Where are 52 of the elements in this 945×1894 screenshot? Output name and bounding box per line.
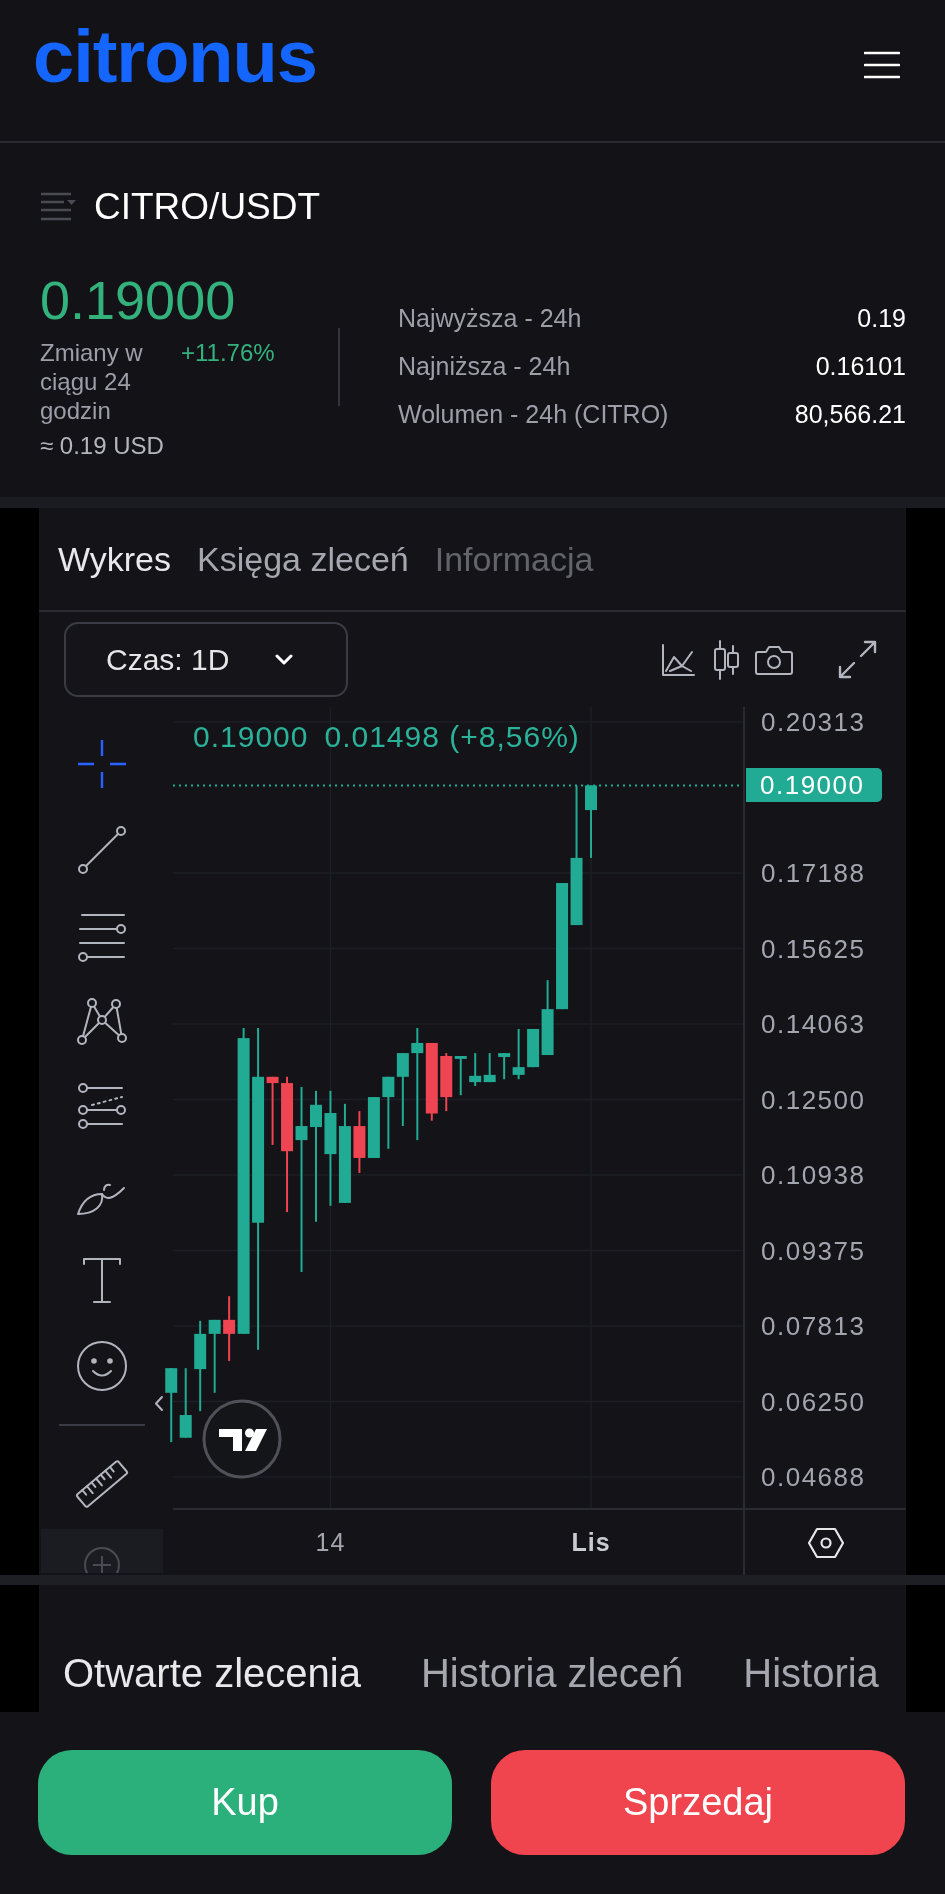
falling-candle (223, 1296, 236, 1361)
stat-value: 0.16101 (815, 352, 906, 381)
candlestick-icon[interactable] (713, 639, 740, 680)
falling-candle (353, 1111, 366, 1173)
stat-label: Najniższa - 24h (398, 352, 571, 381)
orders-tab[interactable]: Otwarte zlecenia (63, 1649, 361, 1697)
falling-candle (440, 1053, 453, 1112)
menu-icon[interactable] (864, 51, 900, 79)
last-price: 0.19000 (40, 273, 237, 327)
time-axis-label: 14 (315, 1527, 346, 1557)
price-axis-label: 0.07813 (761, 1311, 866, 1341)
interval-select[interactable]: Czas: 1D (64, 622, 348, 697)
last-price-marker: 0.19000 (746, 768, 882, 803)
rising-candle (179, 1368, 192, 1438)
logo-text: citronus (33, 20, 317, 94)
chart-tab[interactable]: Wykres (58, 537, 172, 581)
price-axis-label: 0.14063 (761, 1009, 866, 1039)
pair-title: CITRO/USDT (94, 185, 321, 229)
legend-price: 0.19000 (193, 719, 309, 755)
price-axis-label: 0.20313 (761, 707, 866, 737)
rising-candle (367, 1097, 380, 1158)
falling-candle (266, 1076, 279, 1145)
price-axis-label: 0.06250 (761, 1386, 866, 1417)
price-axis-label: 0.04688 (761, 1462, 866, 1492)
stat-value: 80,566.21 (794, 400, 906, 429)
change-percent: +11.76% (181, 338, 275, 367)
sell-button[interactable]: Sprzedaj (491, 1750, 905, 1855)
stat-label: Najwyższa - 24h (398, 304, 582, 333)
rising-candle (454, 1056, 467, 1096)
camera-icon[interactable] (755, 644, 793, 675)
stat-label: Wolumen - 24h (CITRO) (398, 400, 669, 429)
settings-icon[interactable] (807, 1526, 844, 1559)
usd-equivalent: ≈ 0.19 USD (40, 431, 165, 460)
price-axis-label: 0.10938 (761, 1160, 866, 1190)
price-axis-label: 0.09375 (761, 1235, 866, 1266)
chevron-down-icon (275, 654, 294, 665)
price-axis-label: 0.17188 (761, 858, 866, 888)
stat-value: 0.19 (857, 304, 906, 333)
logo-icon[interactable] (202, 1399, 282, 1479)
orders-tab[interactable]: Historia (743, 1649, 879, 1697)
price-axis-label: 0.15625 (761, 933, 866, 964)
rising-candle (469, 1053, 482, 1086)
rising-candle (483, 1053, 496, 1083)
chart-tab[interactable]: Księga zleceń (197, 537, 409, 581)
line-chart-icon[interactable] (661, 643, 695, 676)
time-axis-label: Lis (571, 1527, 611, 1557)
change-label: Zmiany w ciągu 24 godzin (40, 338, 144, 425)
price-axis-label: 0.12500 (761, 1084, 866, 1115)
legend-change: 0.01498 (+8,56%) (324, 719, 580, 755)
expand-icon[interactable] (838, 640, 877, 679)
orders-tab[interactable]: Historia zleceń (420, 1649, 684, 1697)
chevron-left-icon[interactable] (154, 1395, 164, 1412)
